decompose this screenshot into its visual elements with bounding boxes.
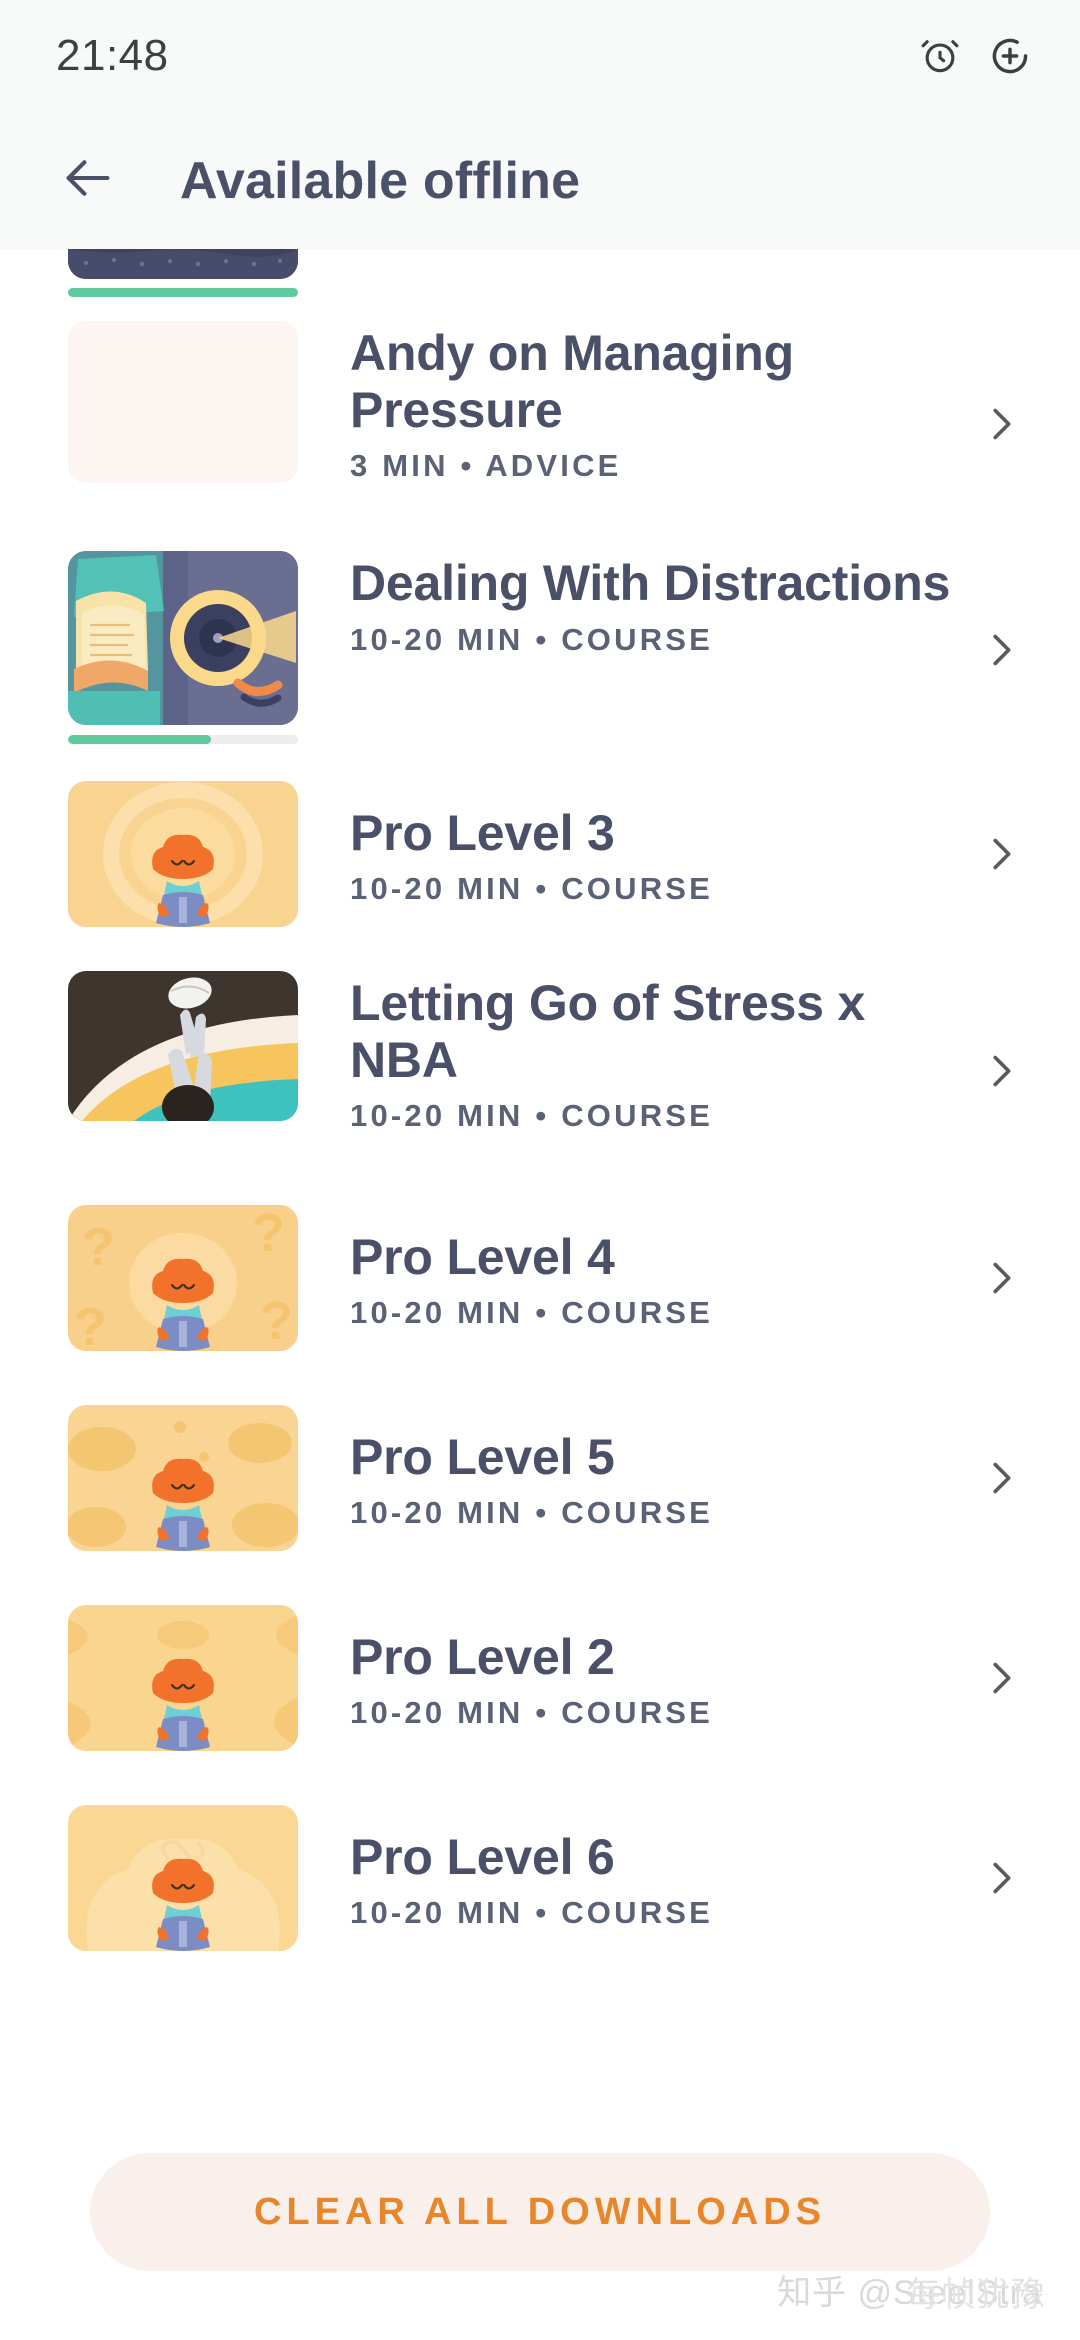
list-item-text: Dealing With Distractions 10-20 MIN • CO… (298, 551, 964, 658)
thumbnail-wrapper (68, 781, 298, 927)
chevron-right-icon[interactable] (964, 1048, 1024, 1094)
meditating-character-questions-thumbnail: ?? ?? (68, 1205, 298, 1351)
back-button[interactable] (56, 149, 120, 213)
list-item-text: Andy on Managing Pressure 3 MIN • ADVICE (298, 321, 964, 484)
svg-text:?: ? (252, 1205, 285, 1263)
status-time: 21:48 (56, 31, 169, 80)
offline-content-list[interactable]: Andy on Managing Pressure 3 MIN • ADVICE (0, 249, 1080, 2129)
thumbnail-wrapper (68, 321, 298, 483)
list-item-meta: 10-20 MIN • COURSE (350, 1895, 714, 1931)
meditating-character-waves-thumbnail (68, 1605, 298, 1751)
list-item[interactable]: Pro Level 2 10-20 MIN • COURSE (0, 1595, 1080, 1761)
watermark-overlay-text: 每帧犹豫 (906, 2276, 1046, 2314)
watermark: 知乎 @SteelStra 每帧犹豫 (777, 2265, 1045, 2314)
thumbnail-wrapper (68, 1405, 298, 1551)
chevron-right-icon[interactable] (964, 401, 1024, 447)
page-title: Available offline (180, 151, 581, 210)
list-item-meta: 10-20 MIN • COURSE (350, 1695, 714, 1731)
clear-all-downloads-button[interactable]: CLEAR ALL DOWNLOADS (90, 2153, 990, 2271)
list-item-title: Pro Level 4 (350, 1228, 615, 1285)
arrow-left-icon (59, 149, 117, 212)
list-item-meta: 10-20 MIN • COURSE (350, 1495, 714, 1531)
list-item[interactable]: Pro Level 3 10-20 MIN • COURSE (0, 771, 1080, 937)
svg-text:?: ? (260, 1291, 293, 1351)
meditating-character-ring-thumbnail (68, 781, 298, 927)
thumbnail-wrapper (68, 551, 298, 744)
thumbnail-wrapper (68, 971, 298, 1121)
list-item[interactable]: Pro Level 5 10-20 MIN • COURSE (0, 1395, 1080, 1561)
list-item[interactable]: Pro Level 6 10-20 MIN • COURSE (0, 1795, 1080, 1961)
list-item[interactable]: Andy on Managing Pressure 3 MIN • ADVICE (0, 321, 1080, 527)
thumbnail-wrapper: ?? ?? (68, 1205, 298, 1351)
list-item-title: Letting Go of Stress x NBA (350, 975, 866, 1088)
meditating-character-bigcloud-thumbnail (68, 1805, 298, 1951)
list-item-title: Pro Level 3 (350, 804, 615, 861)
list-item-meta: 3 MIN • ADVICE (350, 448, 622, 483)
list-item-meta: 10-20 MIN • COURSE (350, 871, 714, 907)
basketball-player-thumbnail (68, 971, 298, 1121)
svg-text:?: ? (82, 1217, 115, 1277)
list-item[interactable]: Dealing With Distractions 10-20 MIN • CO… (0, 551, 1080, 749)
list-item[interactable]: Letting Go of Stress x NBA 10-20 MIN • C… (0, 971, 1080, 1171)
thumbnail-wrapper (68, 1605, 298, 1751)
status-bar: 21:48 (0, 0, 1080, 112)
list-item-title: Pro Level 6 (350, 1828, 615, 1885)
list-item-title: Pro Level 2 (350, 1628, 615, 1685)
circle-plus-icon (988, 34, 1032, 78)
list-item-meta: 10-20 MIN • COURSE (350, 1098, 714, 1133)
list-item-text: Pro Level 2 10-20 MIN • COURSE (298, 1625, 964, 1732)
list-item-title: Pro Level 5 (350, 1428, 615, 1485)
thumbnail-wrapper (68, 1805, 298, 1951)
blank-pink-thumbnail (68, 321, 298, 483)
list-item-meta: 10-20 MIN • COURSE (350, 1295, 714, 1331)
book-target-thumbnail (68, 551, 298, 725)
chevron-right-icon[interactable] (964, 831, 1024, 877)
list-item-title: Dealing With Distractions (350, 555, 951, 611)
app-bar: Available offline (0, 112, 1080, 249)
night-sky-thumbnail (68, 249, 298, 279)
svg-text:?: ? (74, 1297, 107, 1351)
list-item[interactable]: ?? ?? Pro Level 4 10-20 MIN • COURSE (0, 1195, 1080, 1361)
list-item-text: Pro Level 6 10-20 MIN • COURSE (298, 1825, 964, 1932)
alarm-clock-icon (918, 34, 962, 78)
thumbnail-wrapper (68, 249, 298, 297)
progress-bar (68, 735, 298, 744)
list-item-text: Pro Level 4 10-20 MIN • COURSE (298, 1225, 964, 1332)
list-item-text (298, 293, 964, 297)
list-item-title: Andy on Managing Pressure (350, 325, 794, 438)
list-item-text: Pro Level 5 10-20 MIN • COURSE (298, 1425, 964, 1532)
progress-bar (68, 288, 298, 297)
chevron-right-icon[interactable] (964, 1255, 1024, 1301)
meditating-character-clouds-thumbnail (68, 1405, 298, 1551)
list-item-meta: 10-20 MIN • COURSE (350, 621, 714, 657)
list-item-text: Pro Level 3 10-20 MIN • COURSE (298, 801, 964, 908)
list-item[interactable] (0, 249, 1080, 297)
list-item-text: Letting Go of Stress x NBA 10-20 MIN • C… (298, 971, 964, 1134)
chevron-right-icon[interactable] (964, 1455, 1024, 1501)
chevron-right-icon[interactable] (964, 1655, 1024, 1701)
chevron-right-icon[interactable] (964, 1855, 1024, 1901)
status-icon-group (918, 34, 1032, 78)
chevron-right-icon[interactable] (964, 627, 1024, 673)
app-screen: 21:48 Available offline Andy on Managing… (0, 0, 1080, 2340)
